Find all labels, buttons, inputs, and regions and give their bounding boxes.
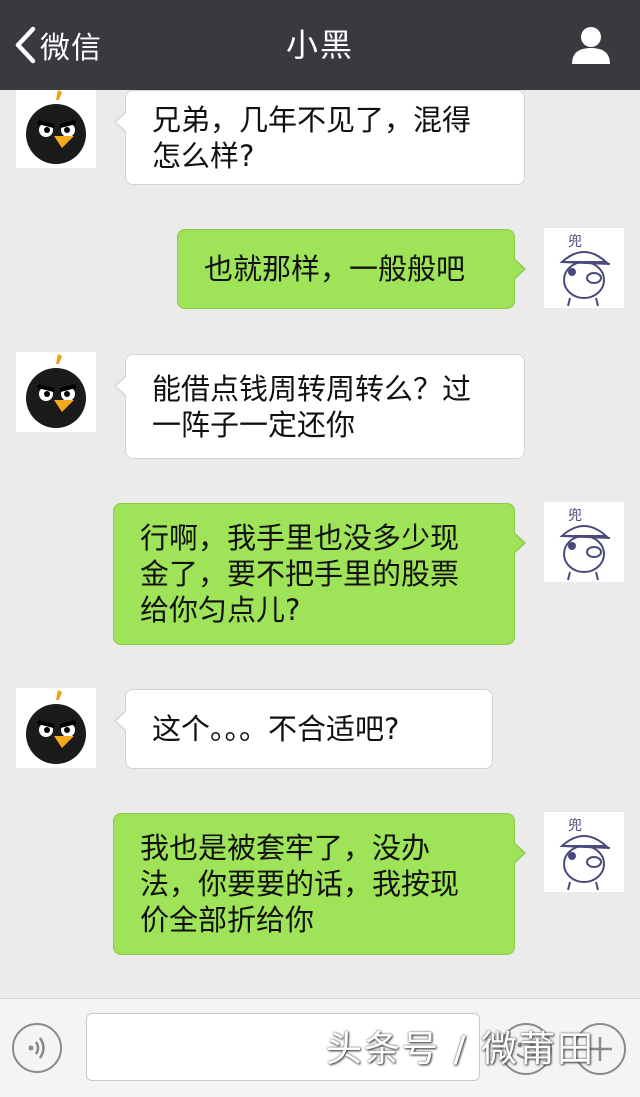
message-line: 价全部折给你 <box>140 903 315 937</box>
outgoing-message-bubble[interactable]: 我也是被套牢了，没办 法，你要要的话，我按现 价全部折给你 <box>113 813 526 955</box>
incoming-message-bubble[interactable]: 能借点钱周转周转么？过 一阵子一定还你 <box>114 354 525 459</box>
contact-avatar[interactable] <box>16 90 96 168</box>
voice-button[interactable] <box>12 1023 62 1073</box>
pig-avatar-icon: 兜 <box>559 818 611 891</box>
chat-title: 小黑 <box>285 26 354 64</box>
message-line: 能借点钱周转周转么？过 <box>152 371 472 406</box>
my-avatar[interactable]: 兜 <box>544 228 624 308</box>
message-line: 给你匀点儿? <box>140 593 301 627</box>
voice-icon <box>28 1037 45 1059</box>
avatar-label: 兜 <box>568 508 582 524</box>
contact-avatar[interactable] <box>16 352 96 432</box>
person-icon[interactable] <box>570 24 612 66</box>
incoming-message-bubble[interactable]: 兄弟，几年不见了，混得 怎么样? <box>114 90 525 185</box>
message-line: 行啊，我手里也没多少现 <box>140 521 460 555</box>
avatar-label: 兜 <box>568 818 582 834</box>
incoming-message-bubble[interactable]: 这个。。。不合适吧? <box>114 689 493 769</box>
my-avatar[interactable]: 兜 <box>544 502 624 582</box>
chat-header: 微信 小黑 <box>0 0 640 90</box>
avatar-label: 兜 <box>568 234 582 250</box>
pig-avatar-icon: 兜 <box>559 508 611 581</box>
contact-avatar[interactable] <box>16 688 96 768</box>
message-line: 兄弟，几年不见了，混得 <box>152 102 472 137</box>
message-line: 这个。。。不合适吧? <box>152 712 400 746</box>
message-line: 金了，要不把手里的股票 <box>140 557 460 591</box>
outgoing-message-bubble[interactable]: 也就那样，一般般吧 <box>177 229 526 309</box>
my-avatar[interactable]: 兜 <box>544 812 624 892</box>
black-bird-avatar-icon <box>26 690 86 764</box>
pig-avatar-icon: 兜 <box>559 234 611 307</box>
black-bird-avatar-icon <box>26 90 86 164</box>
chat-area[interactable]: 兄弟，几年不见了，混得 怎么样? 也就那样，一般般吧 兜 能借点钱周转周转么？过… <box>0 90 640 998</box>
message-line: 法，你要要的话，我按现 <box>140 867 460 901</box>
black-bird-avatar-icon <box>26 354 86 428</box>
watermark: 头条号 / 微莆田 <box>326 1029 596 1070</box>
message-line: 我也是被套牢了，没办 <box>140 831 431 865</box>
message-line: 一阵子一定还你 <box>152 407 356 442</box>
message-line: 怎么样? <box>152 138 255 173</box>
outgoing-message-bubble[interactable]: 行啊，我手里也没多少现 金了，要不把手里的股票 给你匀点儿? <box>113 503 526 645</box>
message-line: 也就那样，一般般吧 <box>204 252 466 286</box>
